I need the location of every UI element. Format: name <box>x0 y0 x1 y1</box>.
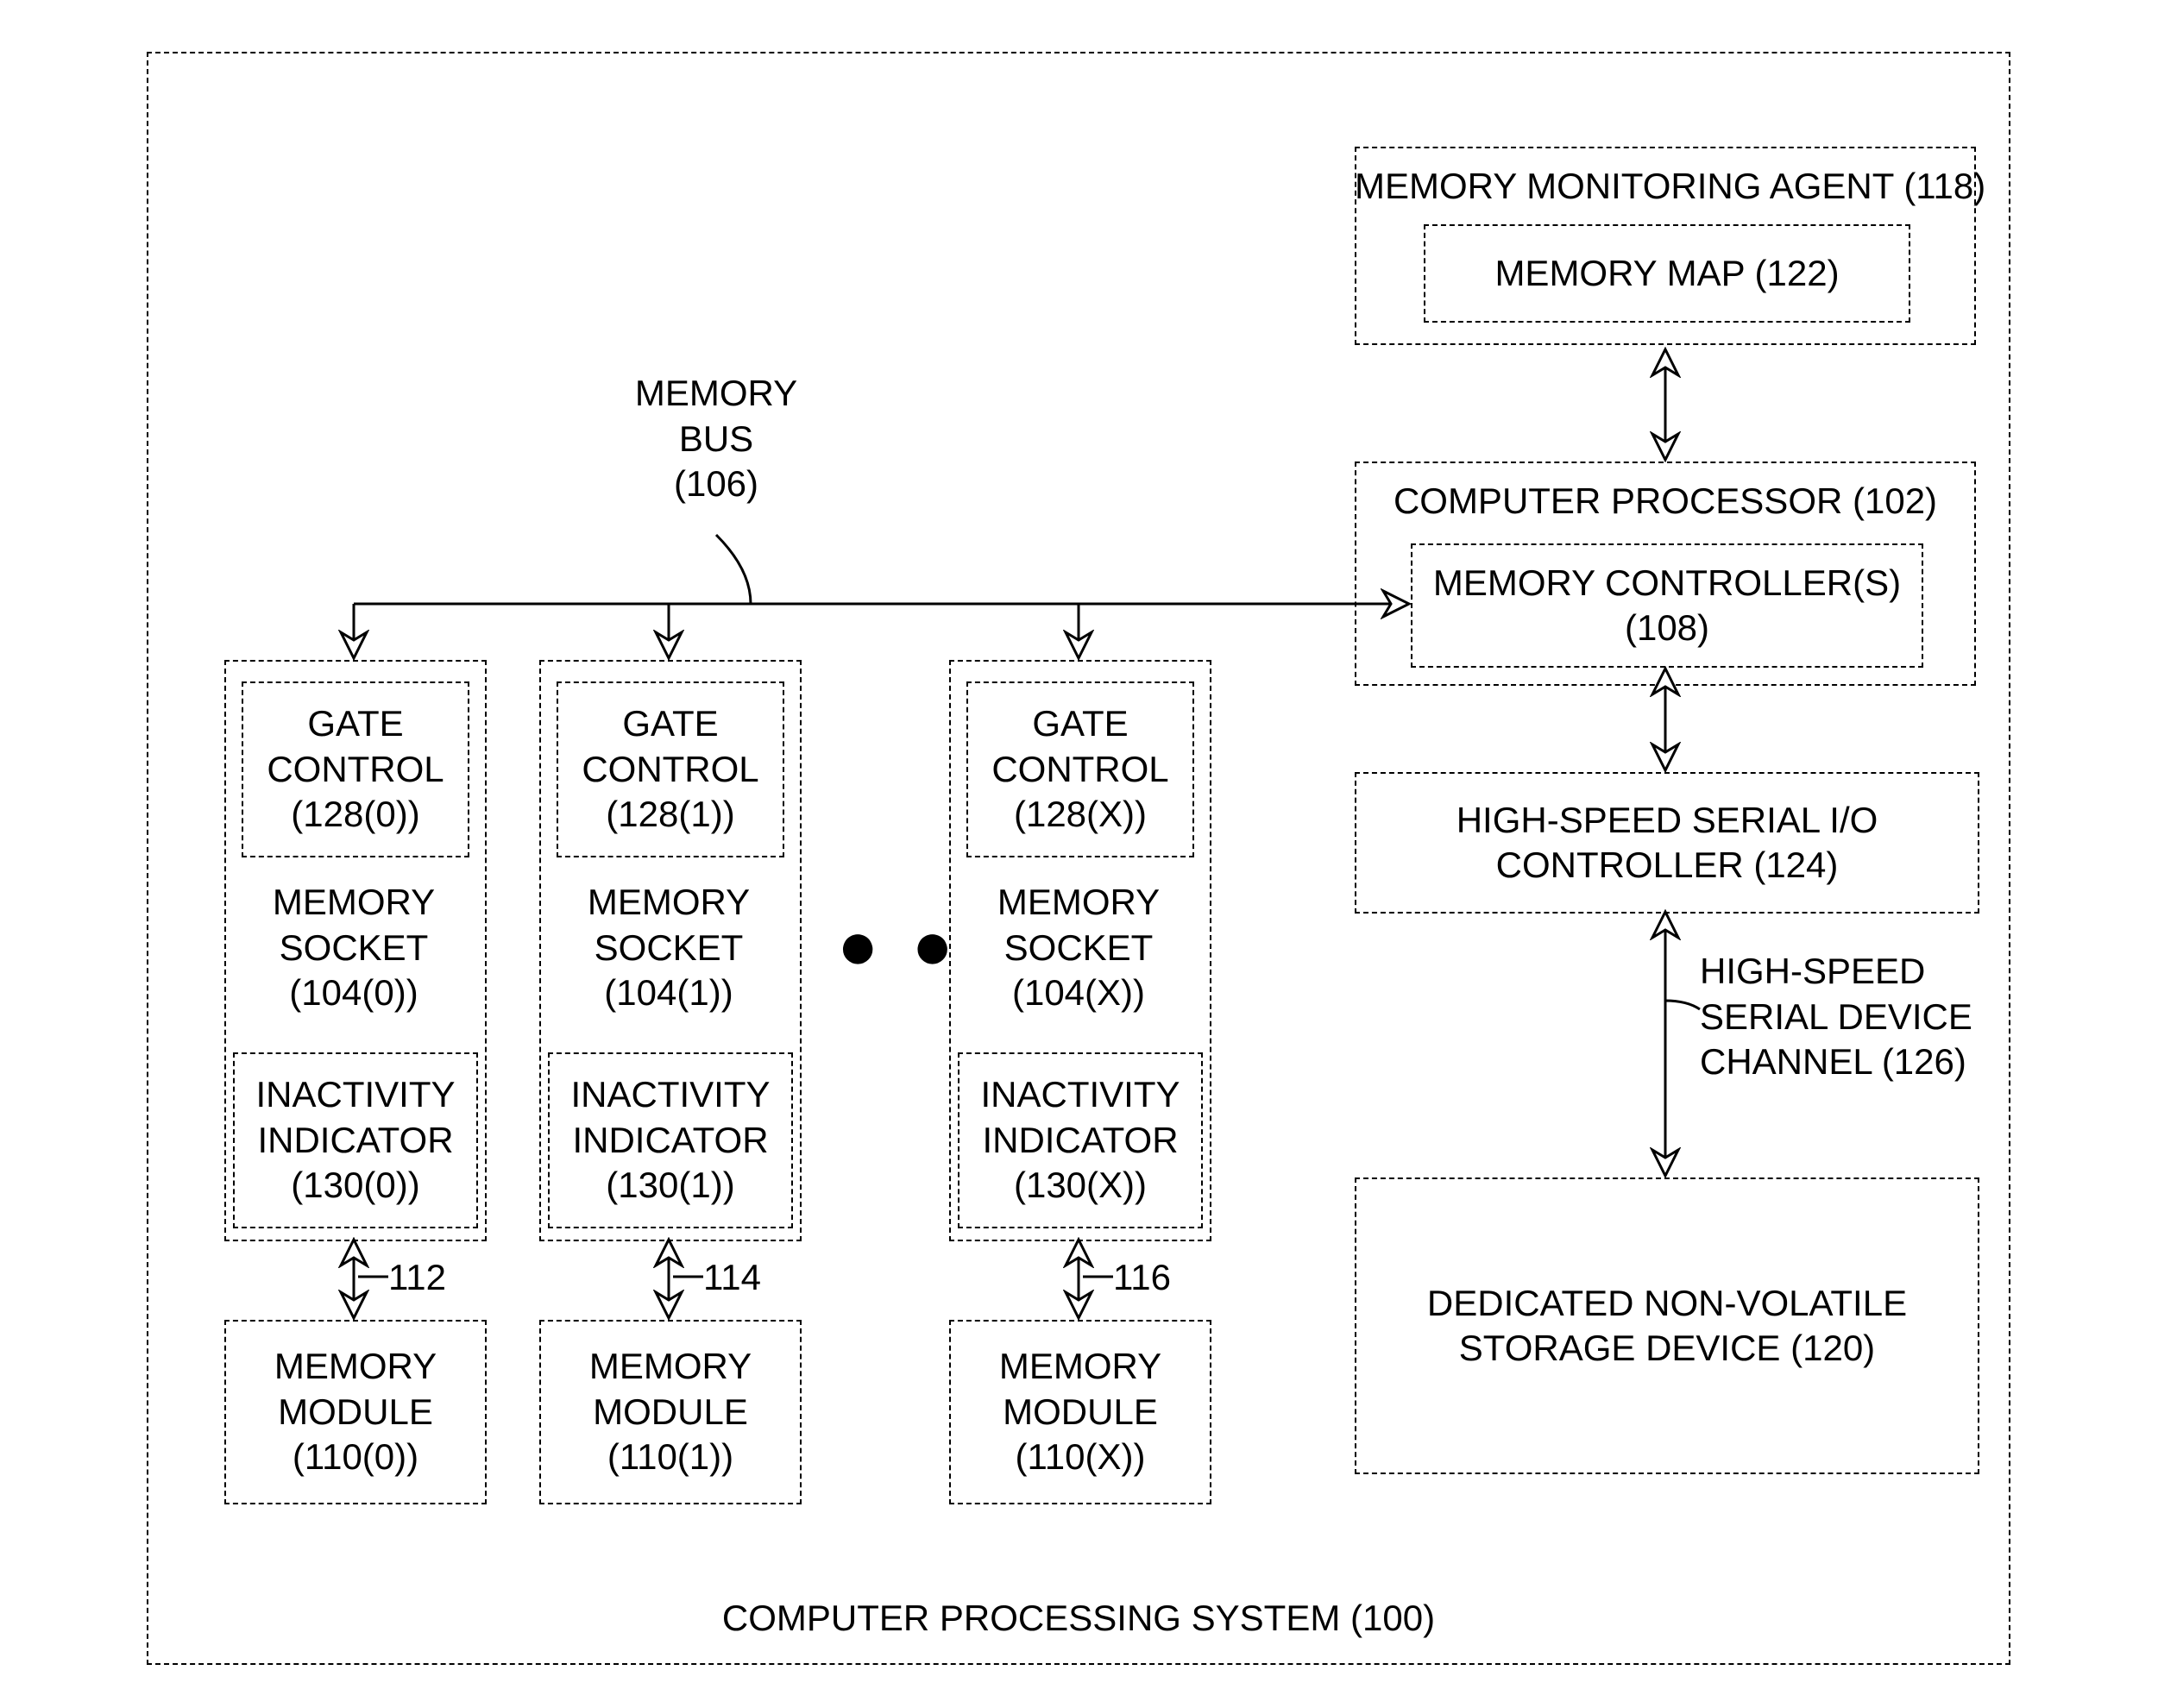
storage-box: DEDICATED NON-VOLATILE STORAGE DEVICE (1… <box>1355 1177 1979 1474</box>
socket-1-label: MEMORY SOCKET (104(1)) <box>539 880 798 1016</box>
socket-0-label: MEMORY SOCKET (104(0)) <box>224 880 483 1016</box>
gate-control-1: GATE CONTROL (128(1)) <box>557 681 784 857</box>
inactivity-0: INACTIVITY INDICATOR (130(0)) <box>233 1052 478 1228</box>
conn-0-label: 112 <box>388 1255 475 1301</box>
memory-bus-label: MEMORY BUS (106) <box>604 371 828 507</box>
processor-label: COMPUTER PROCESSOR (102) <box>1355 479 1976 524</box>
serial-channel-label: HIGH-SPEED SERIAL DEVICE CHANNEL (126) <box>1700 949 1993 1085</box>
agent-label: MEMORY MONITORING AGENT (118) <box>1355 164 1976 210</box>
system-title: COMPUTER PROCESSING SYSTEM (100) <box>147 1596 2010 1642</box>
module-0-label: MEMORY MODULE (110(0)) <box>274 1344 437 1480</box>
memory-controllers-label: MEMORY CONTROLLER(S) (108) <box>1433 561 1901 651</box>
inactivity-1-label: INACTIVITY INDICATOR (130(1)) <box>570 1072 770 1209</box>
serial-io-label: HIGH-SPEED SERIAL I/O CONTROLLER (124) <box>1456 798 1878 889</box>
module-1: MEMORY MODULE (110(1)) <box>539 1320 802 1504</box>
gate-control-1-label: GATE CONTROL (128(1)) <box>582 701 758 838</box>
conn-x-label: 116 <box>1113 1255 1199 1301</box>
module-x: MEMORY MODULE (110(X)) <box>949 1320 1211 1504</box>
inactivity-x: INACTIVITY INDICATOR (130(X)) <box>958 1052 1203 1228</box>
inactivity-0-label: INACTIVITY INDICATOR (130(0)) <box>255 1072 455 1209</box>
gate-control-0-label: GATE CONTROL (128(0)) <box>267 701 444 838</box>
gate-control-x: GATE CONTROL (128(X)) <box>966 681 1194 857</box>
socket-x-label: MEMORY SOCKET (104(X)) <box>949 880 1208 1016</box>
module-0: MEMORY MODULE (110(0)) <box>224 1320 487 1504</box>
module-x-label: MEMORY MODULE (110(X)) <box>999 1344 1161 1480</box>
inactivity-x-label: INACTIVITY INDICATOR (130(X)) <box>980 1072 1180 1209</box>
storage-label: DEDICATED NON-VOLATILE STORAGE DEVICE (1… <box>1427 1281 1907 1372</box>
serial-io-box: HIGH-SPEED SERIAL I/O CONTROLLER (124) <box>1355 772 1979 914</box>
gate-control-0: GATE CONTROL (128(0)) <box>242 681 469 857</box>
memory-controllers-box: MEMORY CONTROLLER(S) (108) <box>1411 543 1923 668</box>
conn-1-label: 114 <box>703 1255 790 1301</box>
gate-control-x-label: GATE CONTROL (128(X)) <box>991 701 1168 838</box>
module-1-label: MEMORY MODULE (110(1)) <box>589 1344 752 1480</box>
memory-map-box: MEMORY MAP (122) <box>1424 224 1910 323</box>
memory-map-label: MEMORY MAP (122) <box>1494 251 1839 297</box>
inactivity-1: INACTIVITY INDICATOR (130(1)) <box>548 1052 793 1228</box>
